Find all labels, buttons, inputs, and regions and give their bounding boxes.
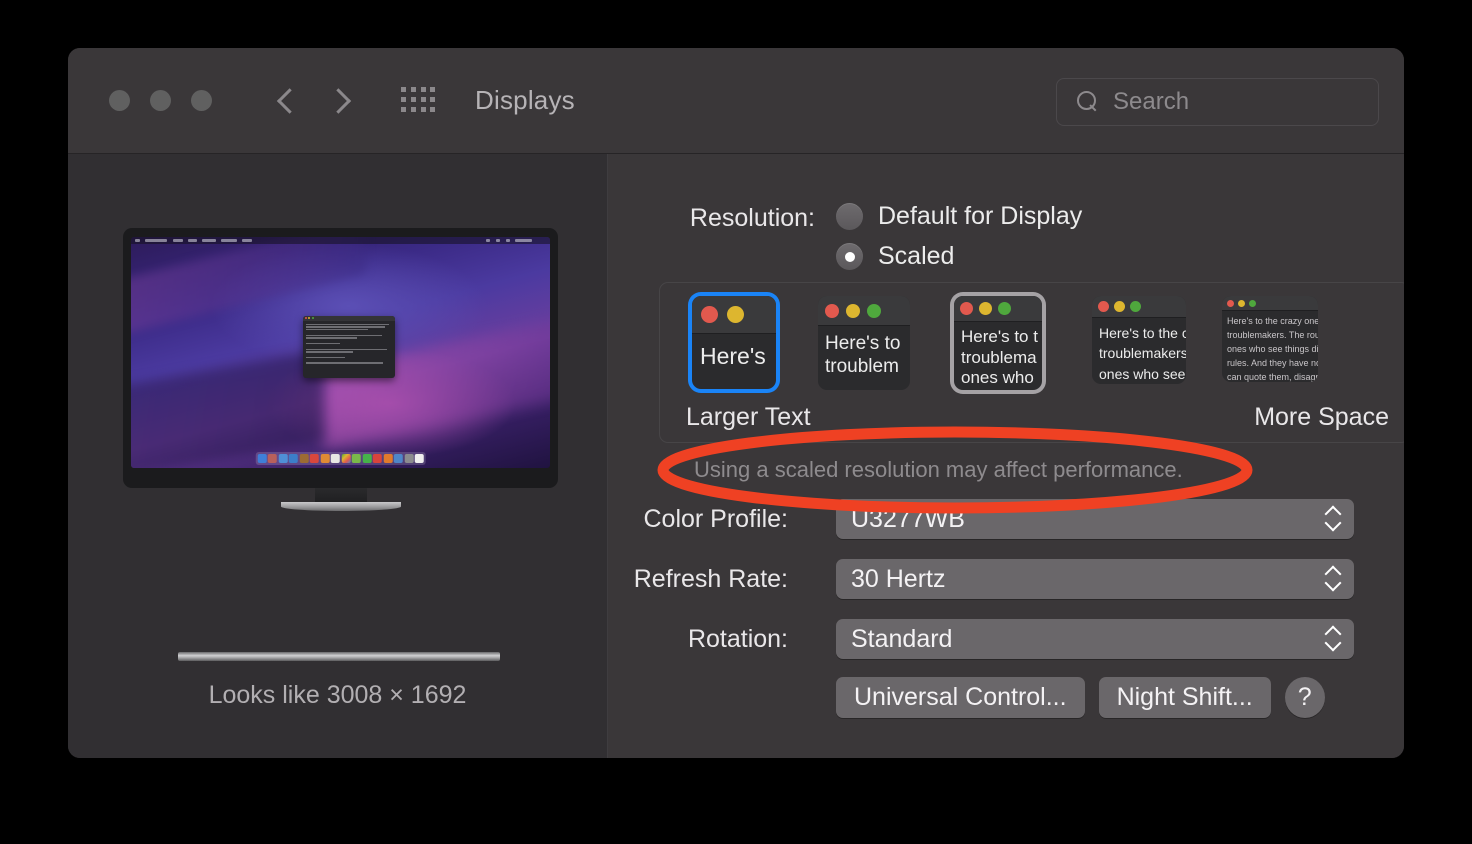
radio-scaled-label: Scaled bbox=[878, 242, 955, 270]
monitor-preview bbox=[123, 228, 558, 511]
show-all-grid-icon[interactable] bbox=[401, 86, 437, 115]
refresh-rate-field[interactable]: 30 Hertz bbox=[836, 559, 1354, 599]
thumbnail-text: Here's to troublem bbox=[825, 333, 901, 378]
search-field[interactable]: Search bbox=[1056, 78, 1379, 126]
scaling-thumbnail-1[interactable]: Here's bbox=[692, 296, 776, 389]
minimize-button-icon[interactable] bbox=[150, 90, 171, 111]
resolution-option-default[interactable]: Default for Display bbox=[836, 202, 1082, 231]
monitor-stand-base bbox=[280, 502, 401, 511]
search-icon bbox=[1077, 91, 1099, 113]
zoom-button-icon[interactable] bbox=[191, 90, 212, 111]
resolution-row: Resolution: bbox=[608, 204, 815, 233]
screen-root: Displays Search Looks like 3008 × 1692 R… bbox=[0, 0, 1472, 844]
night-shift-button[interactable]: Night Shift... bbox=[1098, 677, 1271, 718]
color-profile-field[interactable]: U3277WB bbox=[836, 499, 1354, 539]
help-button[interactable]: ? bbox=[1284, 677, 1325, 718]
thumbnail-titlebar bbox=[818, 296, 910, 326]
mini-text-window bbox=[302, 315, 395, 378]
window-titlebar: Displays Search bbox=[68, 48, 1404, 154]
back-chevron-icon[interactable] bbox=[275, 84, 297, 118]
close-button-icon[interactable] bbox=[109, 90, 130, 111]
radio-scaled[interactable]: Scaled bbox=[836, 242, 954, 271]
forward-chevron-icon[interactable] bbox=[331, 84, 353, 118]
mini-dock bbox=[255, 452, 426, 465]
monitor-stand-neck bbox=[314, 488, 367, 502]
color-profile-label: Color Profile: bbox=[643, 505, 789, 533]
rotation-value: Standard bbox=[851, 624, 953, 653]
resolution-summary: Looks like 3008 × 1692 bbox=[208, 681, 467, 709]
scaling-thumbnail-2[interactable]: Here's to troublem bbox=[818, 296, 910, 390]
stepper-chevrons-icon bbox=[1325, 506, 1341, 532]
resolution-label: Resolution: bbox=[689, 204, 815, 232]
rotation-field[interactable]: Standard bbox=[836, 619, 1354, 659]
scaling-thumbnail-4[interactable]: Here's to the cr troublemakers. ones who… bbox=[1092, 296, 1186, 384]
search-placeholder: Search bbox=[1113, 88, 1190, 115]
radio-default-for-display[interactable]: Default for Display bbox=[836, 202, 1082, 231]
rotation-label: Rotation: bbox=[687, 625, 788, 653]
color-profile-popup[interactable]: U3277WB bbox=[836, 499, 1354, 539]
thumbnail-text: Here's to the cr troublemakers. ones who… bbox=[1099, 325, 1186, 382]
action-buttons: Universal Control... Night Shift... ? bbox=[836, 677, 1325, 718]
scaling-thumbnail-list: Here's Here's to troublem Here's to t tr… bbox=[660, 283, 1404, 401]
larger-text-label: Larger Text bbox=[686, 403, 811, 431]
displays-preferences-window: Displays Search Looks like 3008 × 1692 R… bbox=[68, 48, 1404, 758]
navigation-buttons bbox=[275, 84, 353, 118]
performance-note: Using a scaled resolution may affect per… bbox=[694, 457, 1183, 482]
mini-menubar bbox=[131, 237, 550, 244]
resolution-option-scaled[interactable]: Scaled bbox=[836, 242, 954, 271]
thumbnail-titlebar bbox=[1092, 296, 1186, 318]
display-settings-pane: Resolution: Default for Display Scaled H… bbox=[608, 154, 1404, 758]
radio-dot-icon bbox=[836, 203, 863, 230]
radio-dot-icon-selected bbox=[836, 243, 863, 270]
display-preview-pane: Looks like 3008 × 1692 Add Display bbox=[68, 154, 608, 758]
monitor-base-bar bbox=[178, 652, 500, 661]
stepper-chevrons-icon bbox=[1325, 566, 1341, 592]
thumbnail-titlebar bbox=[1222, 296, 1318, 311]
thumbnail-titlebar bbox=[954, 296, 1042, 322]
refresh-rate-value: 30 Hertz bbox=[851, 564, 946, 593]
scaling-thumbnail-3[interactable]: Here's to t troublema ones who bbox=[954, 296, 1042, 390]
monitor-screen bbox=[131, 237, 550, 468]
thumbnail-titlebar bbox=[692, 296, 776, 334]
refresh-rate-label: Refresh Rate: bbox=[633, 565, 788, 593]
thumbnail-text: Here's to the crazy one troublemakers. T… bbox=[1227, 316, 1318, 382]
window-body: Looks like 3008 × 1692 Add Display Resol… bbox=[68, 154, 1404, 758]
radio-default-label: Default for Display bbox=[878, 202, 1083, 230]
scaling-options-group: Here's Here's to troublem Here's to t tr… bbox=[659, 282, 1404, 443]
color-profile-value: U3277WB bbox=[851, 504, 965, 533]
more-space-label: More Space bbox=[1254, 403, 1389, 431]
rotation-popup[interactable]: Standard bbox=[836, 619, 1354, 659]
wallpaper-band bbox=[131, 349, 324, 468]
monitor-bezel bbox=[123, 228, 558, 488]
mini-window-text bbox=[303, 321, 395, 364]
scaling-end-labels: Larger Text More Space bbox=[686, 403, 1389, 432]
thumbnail-text: Here's bbox=[700, 343, 766, 369]
universal-control-button[interactable]: Universal Control... bbox=[836, 677, 1085, 718]
scaling-thumbnail-5[interactable]: Here's to the crazy one troublemakers. T… bbox=[1222, 296, 1318, 382]
refresh-rate-popup[interactable]: 30 Hertz bbox=[836, 559, 1354, 599]
traffic-light-buttons bbox=[109, 90, 212, 111]
stepper-chevrons-icon bbox=[1325, 626, 1341, 652]
thumbnail-text: Here's to t troublema ones who bbox=[961, 327, 1038, 388]
page-title: Displays bbox=[475, 85, 575, 115]
